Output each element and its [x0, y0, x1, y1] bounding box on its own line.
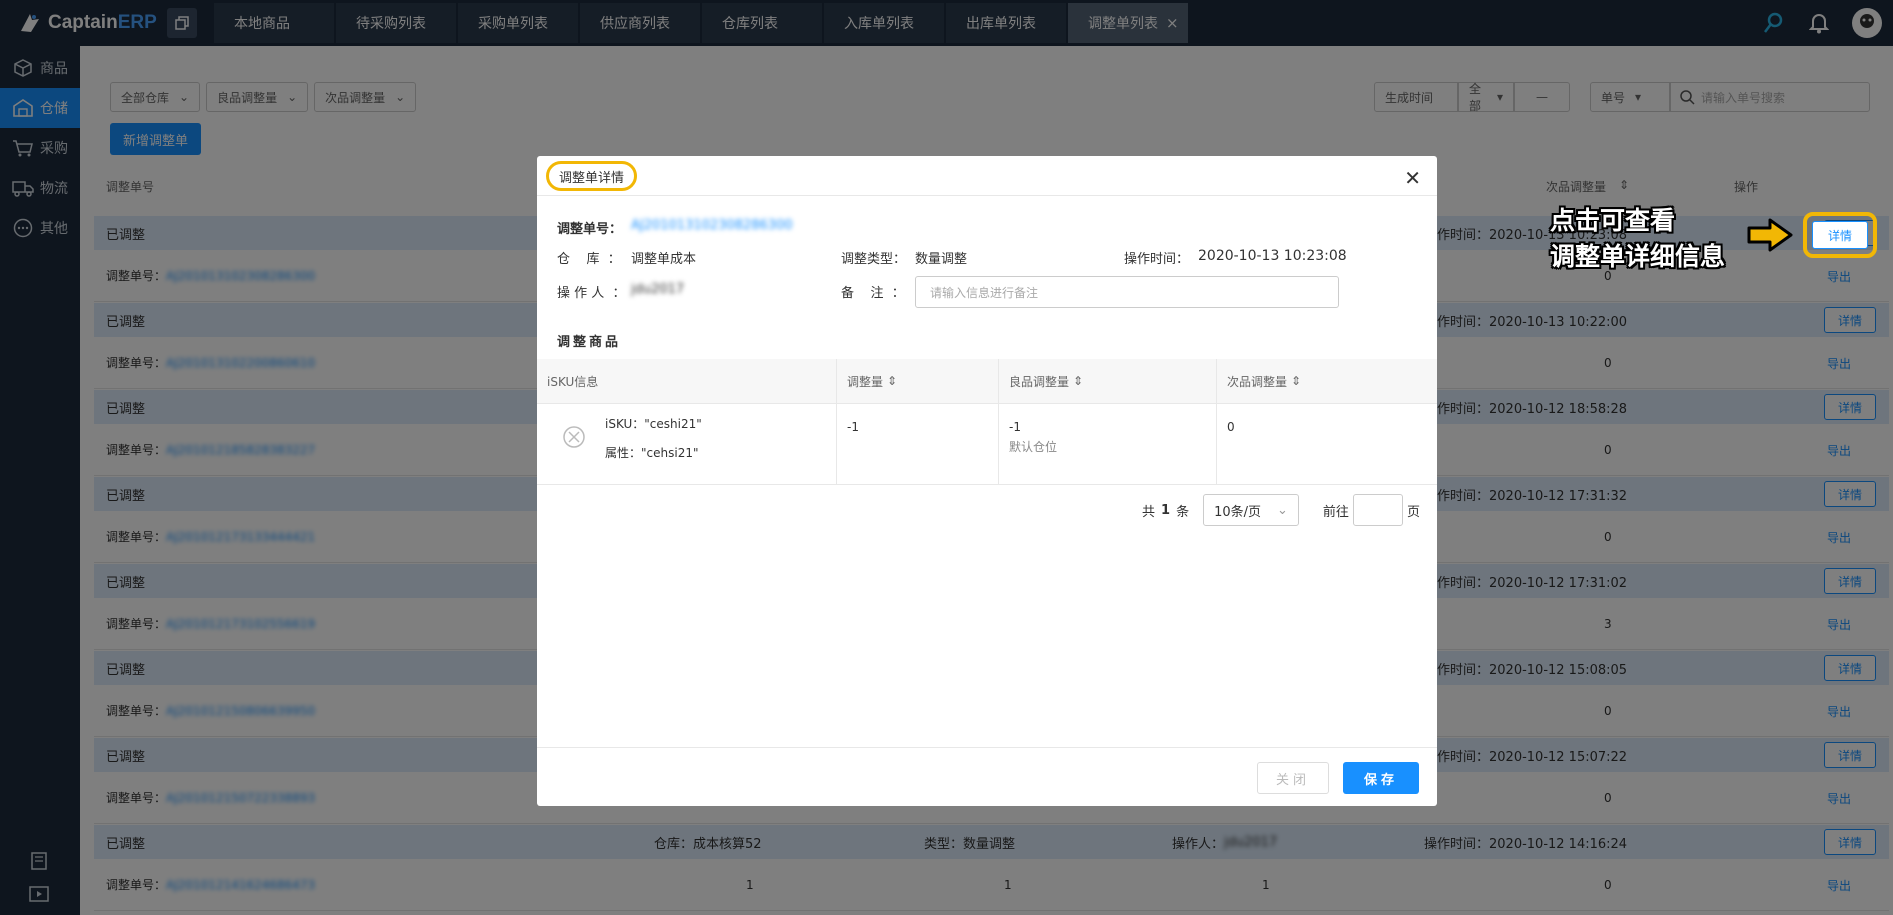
remark-label: 备 注 ：: [841, 286, 905, 301]
highlighted-detail-button[interactable]: 详情: [1812, 221, 1868, 249]
remark-input[interactable]: 请输入信息进行备注: [915, 276, 1339, 308]
order-number-label: 调整单号：: [557, 222, 623, 237]
operate-time-value: 2020-10-13 10:23:08: [1198, 248, 1347, 264]
default-location: 默认仓位: [1009, 440, 1058, 454]
defect-adjust-qty: 0: [1227, 420, 1235, 434]
modal-header: 调整单详情 ✕: [537, 156, 1437, 196]
adjust-qty: -1: [837, 404, 999, 484]
close-button[interactable]: 关闭: [1257, 762, 1329, 794]
save-button[interactable]: 保存: [1343, 762, 1419, 794]
good-adjust-qty: -1: [1009, 420, 1021, 434]
goods-table: iSKU信息 调整量 ⇕ 良品调整量 ⇕ 次品调整量 ⇕ iSKU："ceshi21"…: [537, 359, 1437, 485]
operator-label: 操 作 人 ：: [557, 286, 626, 301]
chevron-down-icon: ⌄: [1277, 502, 1288, 518]
goods-table-header: iSKU信息 调整量 ⇕ 良品调整量 ⇕ 次品调整量 ⇕: [537, 359, 1437, 404]
warehouse-label: 仓 库 ：: [557, 252, 621, 267]
no-image-icon: [563, 426, 585, 448]
adjust-type-label: 调整类型：: [841, 252, 907, 267]
arrow-right-icon: [1747, 218, 1793, 252]
operate-time-label: 操作时间：: [1124, 252, 1190, 267]
order-number-value: AJ201013102308286300: [631, 218, 793, 233]
close-icon[interactable]: ✕: [1404, 166, 1421, 190]
page-size-select[interactable]: 10条/页 ⌄: [1203, 494, 1299, 526]
tutorial-annotation: 点击可查看 调整单详细信息: [1550, 206, 1726, 271]
warehouse-value: 调整单成本: [631, 252, 697, 267]
section-title: 调整商品: [557, 335, 622, 350]
adjust-type-value: 数量调整: [915, 252, 968, 267]
table-row: iSKU："ceshi21" 属性："cehsi21" -1 -1 默认仓位 0: [537, 404, 1437, 485]
modal-footer: 关闭 保存: [537, 747, 1437, 806]
sort-icon: ⇕: [887, 374, 898, 388]
page-jump-input[interactable]: [1352, 494, 1403, 526]
operator-value: jdu2017: [631, 282, 685, 297]
isku-value: iSKU："ceshi21": [605, 417, 702, 431]
sort-icon: ⇕: [1073, 374, 1084, 388]
pagination: 共 1 条 10条/页 ⌄ 前往 页: [1142, 494, 1420, 526]
attribute-value: 属性："cehsi21": [605, 446, 699, 460]
sort-icon: ⇕: [1291, 374, 1302, 388]
adjust-detail-modal: 调整单详情 ✕ 调整单号： AJ201013102308286300 仓 库 ：…: [537, 156, 1437, 806]
modal-title: 调整单详情: [546, 161, 638, 191]
